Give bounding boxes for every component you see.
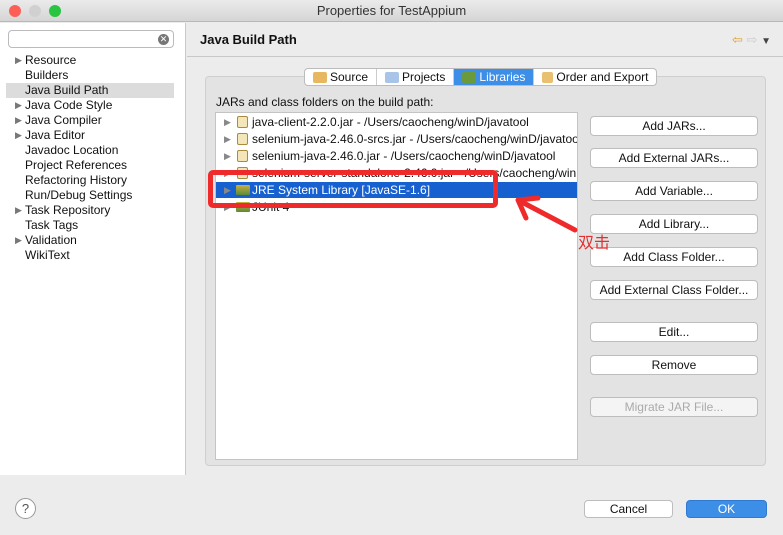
sidebar-item-label: Refactoring History	[25, 173, 128, 187]
add-external-class-folder-button[interactable]: Add External Class Folder...	[590, 280, 758, 300]
build-path-list[interactable]: ▶ java-client-2.2.0.jar - /Users/caocheng…	[215, 112, 578, 460]
sidebar-item[interactable]: Refactoring History	[6, 173, 174, 188]
tab-libraries[interactable]: Libraries	[454, 69, 535, 85]
sidebar-item-label: Builders	[25, 68, 69, 82]
expand-arrow-icon[interactable]: ▶	[15, 53, 22, 68]
source-folder-icon	[313, 71, 327, 83]
sidebar-item-label: Java Editor	[25, 128, 86, 142]
annotation-highlight-box	[208, 170, 498, 208]
library-icon	[462, 71, 477, 83]
sidebar-item[interactable]: Java Build Path	[6, 83, 174, 98]
jar-icon	[237, 116, 248, 128]
title-bar: Properties for TestAppium	[0, 0, 783, 22]
sidebar-item-label: Javadoc Location	[25, 143, 119, 157]
list-item[interactable]: ▶ java-client-2.2.0.jar - /Users/caocheng…	[216, 114, 577, 130]
add-class-folder-button[interactable]: Add Class Folder...	[590, 247, 758, 267]
divider	[187, 56, 783, 57]
nav-buttons: ⇦ ⇨ ▼	[732, 32, 771, 48]
list-item-label: selenium-java-2.46.0-srcs.jar - /Users/c…	[252, 132, 578, 146]
project-folder-icon	[385, 71, 400, 83]
tab-bar: Source Projects Libraries Order and Expo…	[304, 68, 658, 86]
add-library-button[interactable]: Add Library...	[590, 214, 758, 234]
list-item[interactable]: ▶ selenium-java-2.46.0-srcs.jar - /Users/…	[216, 131, 577, 147]
order-icon	[542, 71, 554, 83]
sidebar-item[interactable]: ▶ Validation	[6, 233, 174, 248]
forward-arrow-icon[interactable]: ⇨	[747, 32, 758, 47]
sidebar-item-label: Resource	[25, 53, 77, 67]
sidebar-item-label: Java Build Path	[25, 83, 109, 97]
jar-icon	[237, 133, 248, 145]
sidebar-item[interactable]: ▶ Task Repository	[6, 203, 174, 218]
annotation-arrow-icon	[515, 195, 578, 233]
expand-arrow-icon[interactable]: ▶	[224, 131, 231, 147]
sidebar: ✕ ▶ Resource Builders Java Build Path ▶ Java …	[0, 23, 186, 475]
expand-arrow-icon[interactable]: ▶	[15, 98, 22, 113]
sidebar-item[interactable]: ▶ Java Code Style	[6, 98, 174, 113]
sidebar-item[interactable]: Javadoc Location	[6, 143, 174, 158]
back-arrow-icon[interactable]: ⇦	[732, 32, 743, 47]
tab-label: Libraries	[479, 70, 526, 84]
add-external-jars-button[interactable]: Add External JARs...	[590, 148, 758, 168]
expand-arrow-icon[interactable]: ▶	[15, 113, 22, 128]
tab-label: Projects	[402, 70, 446, 84]
help-button[interactable]: ?	[15, 498, 36, 519]
sidebar-item-label: WikiText	[25, 248, 70, 262]
tab-order-export[interactable]: Order and Export	[534, 69, 656, 85]
list-item[interactable]: ▶ selenium-java-2.46.0.jar - /Users/caoch…	[216, 148, 577, 164]
tab-label: Order and Export	[556, 70, 649, 84]
annotation-text: 双击	[578, 235, 611, 252]
expand-arrow-icon[interactable]: ▶	[15, 233, 22, 248]
remove-button[interactable]: Remove	[590, 355, 758, 375]
ok-button[interactable]: OK	[686, 500, 767, 518]
sidebar-item[interactable]: ▶ Java Editor	[6, 128, 174, 143]
close-window-button[interactable]	[9, 5, 21, 17]
sidebar-item[interactable]: Project References	[6, 158, 174, 173]
edit-button[interactable]: Edit...	[590, 322, 758, 342]
add-variable-button[interactable]: Add Variable...	[590, 181, 758, 201]
sidebar-item[interactable]: Run/Debug Settings	[6, 188, 174, 203]
sidebar-item-label: Task Tags	[25, 218, 79, 232]
cancel-button[interactable]: Cancel	[584, 500, 673, 518]
jar-icon	[237, 150, 248, 162]
expand-arrow-icon[interactable]: ▶	[15, 128, 22, 143]
sidebar-item-label: Java Code Style	[25, 98, 113, 112]
sidebar-item[interactable]: ▶ Java Compiler	[6, 113, 174, 128]
zoom-window-button[interactable]	[49, 5, 61, 17]
tab-source[interactable]: Source	[305, 69, 378, 85]
tab-label: Source	[330, 70, 369, 84]
list-label: JARs and class folders on the build path…	[216, 95, 434, 109]
page-title: Java Build Path	[200, 32, 297, 47]
filter-input[interactable]: ✕	[8, 30, 174, 48]
sidebar-item-label: Task Repository	[25, 203, 111, 217]
window-title: Properties for TestAppium	[316, 3, 467, 18]
add-jars-button[interactable]: Add JARs...	[590, 116, 758, 136]
clear-icon[interactable]: ✕	[158, 34, 169, 45]
property-tree: ▶ Resource Builders Java Build Path ▶ Java Co…	[6, 53, 174, 263]
expand-arrow-icon[interactable]: ▶	[15, 203, 22, 218]
list-item-label: java-client-2.2.0.jar - /Users/caocheng/…	[252, 115, 529, 129]
tab-projects[interactable]: Projects	[377, 69, 455, 85]
expand-arrow-icon[interactable]: ▶	[224, 148, 231, 164]
sidebar-item-label: Project References	[25, 158, 128, 172]
sidebar-item[interactable]: Task Tags	[6, 218, 174, 233]
sidebar-item-label: Java Compiler	[25, 113, 102, 127]
menu-chevron-icon[interactable]: ▼	[761, 36, 771, 47]
expand-arrow-icon[interactable]: ▶	[224, 114, 231, 130]
sidebar-item[interactable]: Builders	[6, 68, 174, 83]
sidebar-item[interactable]: ▶ Resource	[6, 53, 174, 68]
minimize-window-button[interactable]	[29, 5, 41, 17]
sidebar-item-label: Validation	[25, 233, 77, 247]
sidebar-item-label: Run/Debug Settings	[25, 188, 133, 202]
migrate-jar-file-button[interactable]: Migrate JAR File...	[590, 397, 758, 417]
list-item-label: selenium-java-2.46.0.jar - /Users/caoche…	[252, 149, 556, 163]
sidebar-item[interactable]: WikiText	[6, 248, 174, 263]
